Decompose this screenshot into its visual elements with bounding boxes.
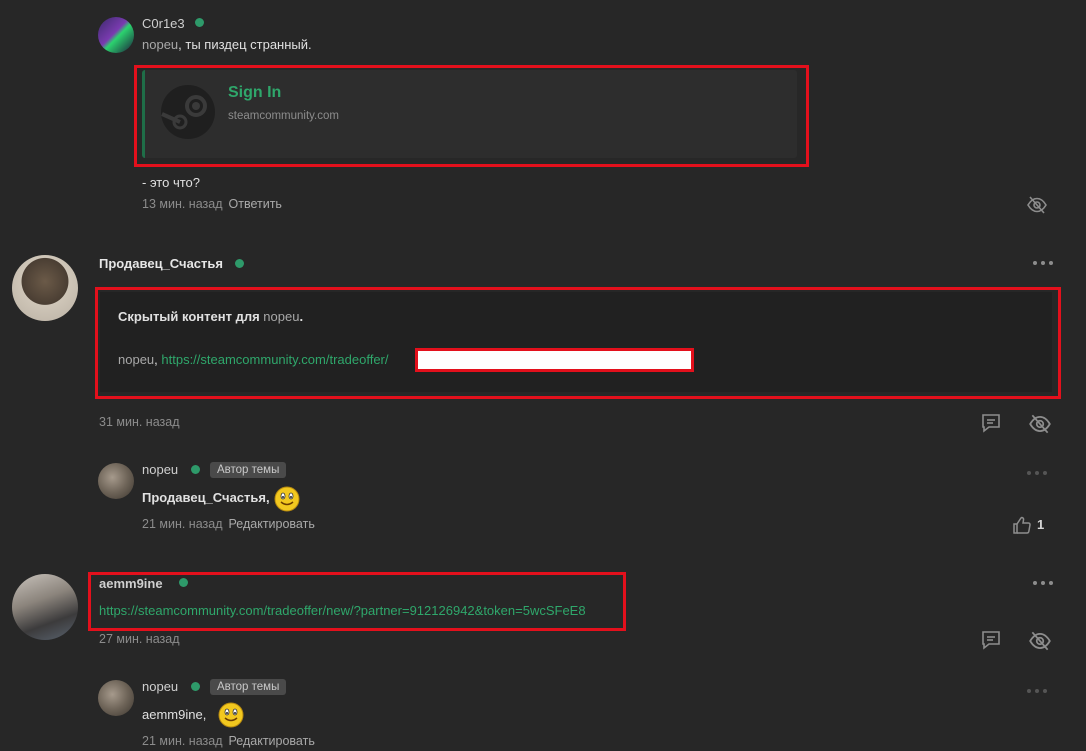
comment-meta: 13 мин. назад Ответить [142, 197, 282, 211]
author-badge: Автор темы [210, 462, 287, 478]
edit-button[interactable]: Редактировать [229, 734, 315, 748]
comment-meta: 21 мин. назад Редактировать [142, 734, 315, 748]
reply-button[interactable]: Ответить [229, 197, 282, 211]
online-indicator [195, 18, 204, 27]
author-name[interactable]: Продавец_Счастья [99, 256, 223, 271]
online-indicator [191, 465, 200, 474]
more-icon[interactable] [1027, 470, 1047, 476]
hide-icon[interactable] [1028, 412, 1052, 436]
timestamp[interactable]: 13 мин. назад [142, 197, 223, 211]
comment-text: Продавец_Счастья, [142, 490, 270, 505]
avatar-nopeu[interactable] [98, 463, 134, 499]
online-indicator [191, 682, 200, 691]
highlight-box [95, 287, 1061, 399]
highlight-box [134, 65, 809, 167]
avatar-aemm9ine[interactable] [12, 574, 78, 640]
comment-text: nopeu, ты пиздец странный. [142, 37, 312, 52]
like-count: 1 [1037, 517, 1045, 532]
like-icon[interactable] [1012, 515, 1032, 535]
avatar-c0r1e3[interactable] [98, 17, 134, 53]
highlight-box [88, 572, 626, 631]
author-name[interactable]: nopeu [142, 679, 178, 694]
comment-meta: 21 мин. назад Редактировать [142, 517, 315, 531]
comment-text: aemm9ine, [142, 707, 207, 722]
comment-text: - это что? [142, 175, 200, 190]
hide-icon[interactable] [1028, 629, 1052, 653]
reply-icon[interactable] [980, 412, 1002, 434]
author-name[interactable]: C0r1e3 [142, 16, 185, 31]
more-icon[interactable] [1033, 580, 1053, 586]
author-name[interactable]: nopeu [142, 462, 178, 477]
reply-icon[interactable] [980, 629, 1002, 651]
mention[interactable]: nopeu [142, 37, 178, 52]
smiley-icon [274, 486, 300, 512]
more-icon[interactable] [1033, 260, 1053, 266]
hide-icon[interactable] [1026, 194, 1048, 216]
mention[interactable]: Продавец_Счастья [142, 490, 266, 505]
mention[interactable]: aemm9ine [142, 707, 203, 722]
timestamp[interactable]: 21 мин. назад [142, 734, 223, 748]
edit-button[interactable]: Редактировать [229, 517, 315, 531]
online-indicator [235, 259, 244, 268]
timestamp[interactable]: 21 мин. назад [142, 517, 223, 531]
comment-meta: 31 мин. назад [99, 415, 180, 429]
avatar-prodavec[interactable] [12, 255, 78, 321]
avatar-nopeu[interactable] [98, 680, 134, 716]
timestamp[interactable]: 31 мин. назад [99, 415, 180, 429]
comment-meta: 27 мин. назад [99, 632, 180, 646]
more-icon[interactable] [1027, 688, 1047, 694]
author-badge: Автор темы [210, 679, 287, 695]
timestamp[interactable]: 27 мин. назад [99, 632, 180, 646]
smiley-icon [218, 702, 244, 728]
